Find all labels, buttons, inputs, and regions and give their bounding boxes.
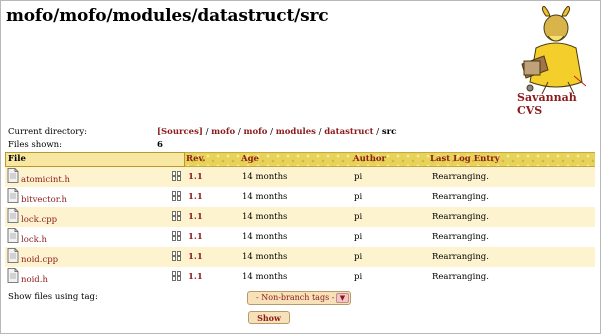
file-link[interactable]: noid.h <box>21 275 48 285</box>
gnu-logo-icon <box>521 6 587 95</box>
author-cell: pi <box>354 232 363 242</box>
dropdown-arrow-icon[interactable]: ▼ <box>336 293 349 303</box>
files-shown-value: 6 <box>157 140 163 150</box>
file-icon[interactable] <box>7 248 19 263</box>
age-cell: 14 months <box>242 272 288 282</box>
age-cell: 14 months <box>242 252 288 262</box>
rev-link[interactable]: 1.1 <box>188 232 203 242</box>
header-rev[interactable]: Rev. <box>186 154 206 164</box>
header-author[interactable]: Author <box>353 154 386 164</box>
file-icon[interactable] <box>7 208 19 223</box>
current-dir-label: Current directory: <box>8 127 88 137</box>
rev-link[interactable]: 1.1 <box>188 212 203 222</box>
age-cell: 14 months <box>242 212 288 222</box>
rev-link[interactable]: 1.1 <box>188 272 203 282</box>
tag-select-value: - Non-branch tags - <box>256 293 335 302</box>
header-log[interactable]: Last Log Entry <box>430 154 500 164</box>
file-icon[interactable] <box>7 268 19 283</box>
breadcrumb-current: src <box>381 127 397 137</box>
log-icon[interactable] <box>172 251 182 261</box>
age-cell: 14 months <box>242 232 288 242</box>
age-cell: 14 months <box>242 192 288 202</box>
author-cell: pi <box>354 192 363 202</box>
logo-text: Savannah CVS <box>517 91 577 117</box>
log-cell: Rearranging. <box>432 232 489 242</box>
breadcrumb-sep: / <box>202 127 212 137</box>
show-button[interactable]: Show <box>248 311 290 324</box>
rev-link[interactable]: 1.1 <box>188 192 203 202</box>
log-icon[interactable] <box>172 271 182 281</box>
breadcrumb: [Sources] / mofo / mofo / modules / data… <box>157 127 396 137</box>
header-file[interactable]: File <box>5 152 185 167</box>
table-row: noid.h 1.1 14 months pi Rearranging. <box>5 267 595 287</box>
breadcrumb-datastruct[interactable]: datastruct <box>324 127 373 137</box>
page-title: mofo/mofo/modules/datastruct/src <box>6 6 329 26</box>
files-shown-label: Files shown: <box>8 140 62 150</box>
log-cell: Rearranging. <box>432 172 489 182</box>
file-icon[interactable] <box>7 228 19 243</box>
rev-link[interactable]: 1.1 <box>188 172 203 182</box>
breadcrumb-sources[interactable]: [Sources] <box>157 127 203 137</box>
file-link[interactable]: atomicint.h <box>21 175 70 185</box>
log-icon[interactable] <box>172 231 182 241</box>
tag-label: Show files using tag: <box>8 292 98 302</box>
file-icon[interactable] <box>7 168 19 183</box>
log-cell: Rearranging. <box>432 252 489 262</box>
table-row: lock.h 1.1 14 months pi Rearranging. <box>5 227 595 247</box>
log-cell: Rearranging. <box>432 272 489 282</box>
table-header: File Rev. Age Author Last Log Entry <box>5 152 595 167</box>
table-row: lock.cpp 1.1 14 months pi Rearranging. <box>5 207 595 227</box>
log-cell: Rearranging. <box>432 192 489 202</box>
file-icon[interactable] <box>7 188 19 203</box>
log-cell: Rearranging. <box>432 212 489 222</box>
file-link[interactable]: lock.cpp <box>21 215 57 225</box>
breadcrumb-mofo-2[interactable]: mofo <box>243 127 267 137</box>
table-row: noid.cpp 1.1 14 months pi Rearranging. <box>5 247 595 267</box>
table-row: atomicint.h 1.1 14 months pi Rearranging. <box>5 167 595 187</box>
author-cell: pi <box>354 212 363 222</box>
age-cell: 14 months <box>242 172 288 182</box>
table-row: bitvector.h 1.1 14 months pi Rearranging. <box>5 187 595 207</box>
log-icon[interactable] <box>172 171 182 181</box>
breadcrumb-modules[interactable]: modules <box>276 127 316 137</box>
rev-link[interactable]: 1.1 <box>188 252 203 262</box>
log-icon[interactable] <box>172 211 182 221</box>
author-cell: pi <box>354 252 363 262</box>
file-link[interactable]: noid.cpp <box>21 255 58 265</box>
log-icon[interactable] <box>172 191 182 201</box>
breadcrumb-sep: / <box>315 127 325 137</box>
file-link[interactable]: lock.h <box>21 235 47 245</box>
header-age[interactable]: Age <box>241 154 259 164</box>
breadcrumb-sep: / <box>373 127 382 137</box>
author-cell: pi <box>354 272 363 282</box>
author-cell: pi <box>354 172 363 182</box>
breadcrumb-mofo-1[interactable]: mofo <box>211 127 235 137</box>
file-table: File Rev. Age Author Last Log Entry atom… <box>5 152 595 287</box>
breadcrumb-sep: / <box>267 127 276 137</box>
tag-select[interactable]: - Non-branch tags - ▼ <box>247 291 351 305</box>
file-link[interactable]: bitvector.h <box>21 195 67 205</box>
